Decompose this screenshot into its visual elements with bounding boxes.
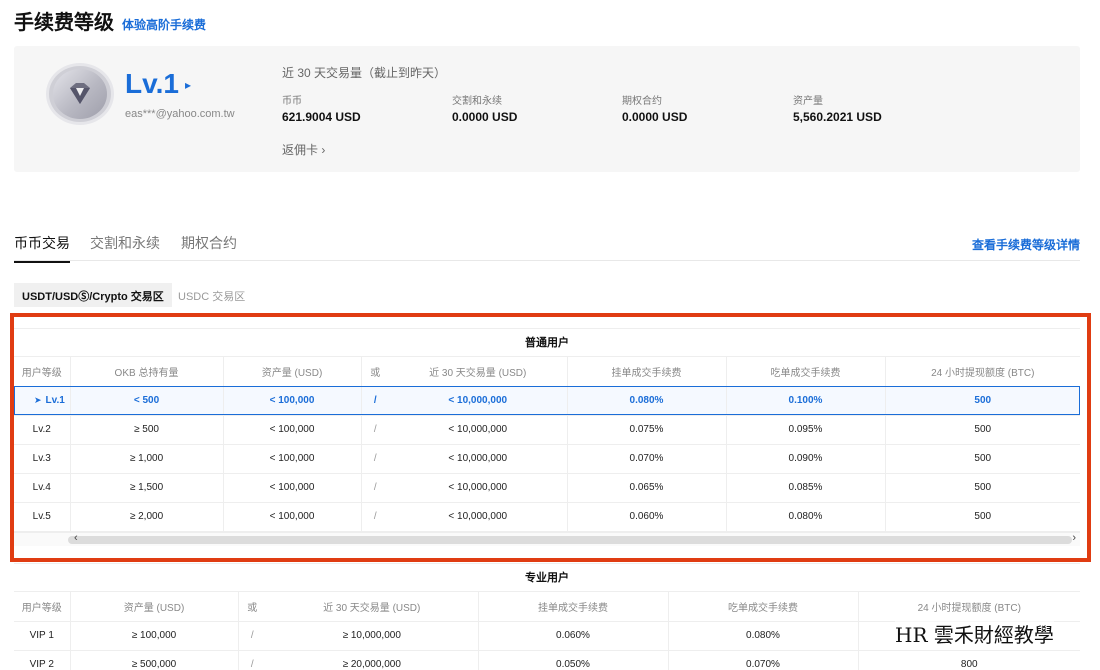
tab-futures[interactable]: 交割和永续 xyxy=(90,233,160,261)
professional-fee-table: 专业用户 用户等级 资产量 (USD) 或 近 30 天交易量 (USD) 挂单… xyxy=(14,563,1080,670)
rebate-card-link[interactable]: 返佣卡 › xyxy=(282,141,325,158)
column-header: 吃单成交手续费 xyxy=(668,592,859,622)
trade-type-tabs: 币币交易 交割和永续 期权合约 查看手续费等级详情 xyxy=(14,233,1080,263)
subtab-usdt-crypto[interactable]: USDT/USDⓈ/Crypto 交易区 xyxy=(14,283,172,307)
table-cell: ≥ 10,000,000 xyxy=(266,621,479,651)
diamond-icon xyxy=(53,69,107,119)
stat-value: 621.9004 USD xyxy=(282,110,361,124)
stat-options: 期权合约 0.0000 USD xyxy=(622,92,687,124)
tab-spot[interactable]: 币币交易 xyxy=(14,233,70,263)
table-row: VIP 2 ≥ 500,000 / ≥ 20,000,000 0.050% 0.… xyxy=(14,650,1080,670)
avatar xyxy=(46,63,114,125)
user-level-value: Lv.1 xyxy=(125,68,179,99)
watermark-text: HR 雲禾財經教學 xyxy=(895,619,1054,648)
column-header: 或 xyxy=(238,592,266,622)
section-title-professional: 专业用户 xyxy=(14,563,1080,592)
account-card: Lv.1 ▸ eas***@yahoo.com.tw 近 30 天交易量（截止到… xyxy=(14,46,1080,172)
stat-label: 期权合约 xyxy=(622,96,662,107)
stat-label: 交割和永续 xyxy=(452,96,502,107)
table-cell: ≥ 20,000,000 xyxy=(266,650,479,670)
table-cell: ≥ 100,000 xyxy=(70,621,239,651)
page-header: 手续费等级 体验高阶手续费 xyxy=(14,6,206,35)
column-header: 24 小时提现额度 (BTC) xyxy=(858,592,1080,622)
table-cell: 0.050% xyxy=(478,650,669,670)
table-cell: VIP 2 xyxy=(14,650,71,670)
stat-spot: 币币 621.9004 USD xyxy=(282,92,361,124)
stat-futures: 交割和永续 0.0000 USD xyxy=(452,92,517,124)
page-title: 手续费等级 xyxy=(14,12,114,34)
table-header-row: 用户等级 资产量 (USD) 或 近 30 天交易量 (USD) 挂单成交手续费… xyxy=(14,592,1080,622)
fee-detail-link[interactable]: 查看手续费等级详情 xyxy=(972,236,1080,253)
table-cell: 0.080% xyxy=(668,621,859,651)
stat-label: 币币 xyxy=(282,96,302,107)
stat-label: 资产量 xyxy=(793,96,823,107)
table-cell: 800 xyxy=(858,650,1080,670)
user-level[interactable]: Lv.1 ▸ xyxy=(125,68,191,100)
table-cell: 0.060% xyxy=(478,621,669,651)
stat-value: 0.0000 USD xyxy=(622,110,688,124)
tab-options[interactable]: 期权合约 xyxy=(181,233,237,261)
highlight-box xyxy=(10,313,1091,562)
subtab-usdc[interactable]: USDC 交易区 xyxy=(170,283,253,307)
column-header: 资产量 (USD) xyxy=(70,592,239,622)
caret-right-icon: ▸ xyxy=(184,78,191,92)
table-cell: VIP 1 xyxy=(14,621,71,651)
column-header: 用户等级 xyxy=(14,592,71,622)
advanced-fee-link[interactable]: 体验高阶手续费 xyxy=(122,16,206,33)
table-cell: ≥ 500,000 xyxy=(70,650,239,670)
column-header: 近 30 天交易量 (USD) xyxy=(266,592,479,622)
table-cell: / xyxy=(238,621,266,651)
column-header: 挂单成交手续费 xyxy=(478,592,669,622)
stat-value: 5,560.2021 USD xyxy=(793,110,882,124)
user-email: eas***@yahoo.com.tw xyxy=(125,108,235,120)
volume-title: 近 30 天交易量（截止到昨天） xyxy=(282,66,447,80)
stat-value: 0.0000 USD xyxy=(452,110,518,124)
table-cell: / xyxy=(238,650,266,670)
table-cell: 0.070% xyxy=(668,650,859,670)
stat-assets: 资产量 5,560.2021 USD xyxy=(793,92,882,124)
